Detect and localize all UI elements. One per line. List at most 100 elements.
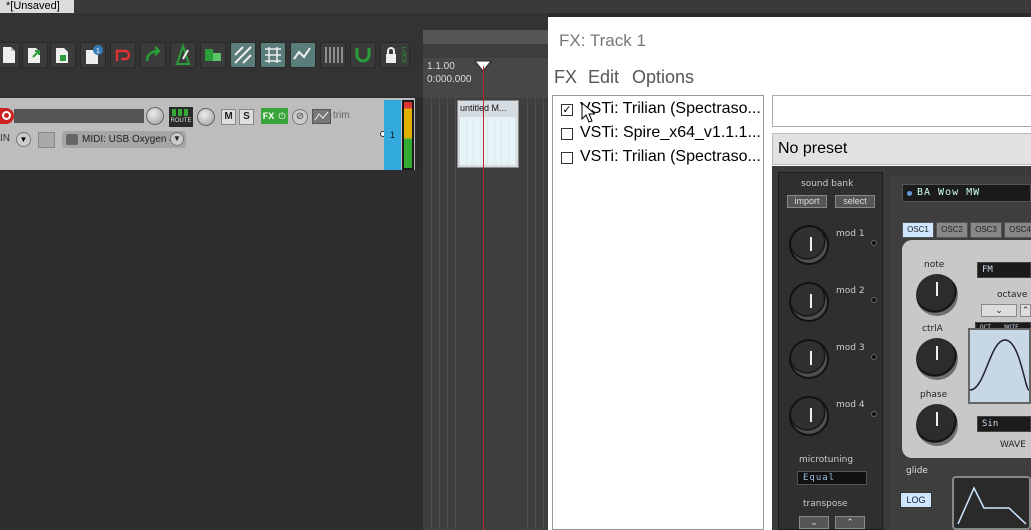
track-panel-empty-area[interactable] [0,170,423,530]
trim-label: trim [333,110,350,121]
tab-osc4[interactable]: OSC4 [1004,222,1031,238]
menu-options[interactable]: Options [632,67,694,88]
envelope-display [952,476,1031,530]
track-meter [402,100,414,170]
project-tab[interactable]: *[Unsaved] [0,0,74,13]
fx-enable-checkbox[interactable] [561,152,573,164]
fx-bypass-icon[interactable]: ⏻ [276,108,288,124]
item-title: untitled M... [460,103,507,113]
fx-item-label: VSTi: Trilian (Spectraso... [580,148,761,165]
octave-down-button[interactable]: ⌄ [981,304,1017,317]
grid-line [439,98,440,530]
mod4-knob[interactable] [789,396,829,436]
auto-crossfade-icon[interactable] [200,42,226,68]
loop-magnet-icon[interactable] [350,42,376,68]
fx-chain-list[interactable]: ✓ VSTi: Trilian (Spectraso... VSTi: Spir… [552,95,764,530]
chevron-down-icon[interactable]: ▼ [170,132,184,146]
grid-line [431,98,432,530]
select-button[interactable]: select [835,195,875,208]
timeline-grid-icon[interactable] [320,42,346,68]
waveform-display [968,328,1031,404]
grid-line [447,98,448,530]
undo-icon[interactable] [110,42,136,68]
playhead-line [483,66,484,530]
fx-enable-checkbox[interactable] [561,128,573,140]
mod1-label: mod 1 [836,229,865,239]
mod4-dot [871,411,877,417]
tab-osc3[interactable]: OSC3 [970,222,1002,238]
mouse-cursor-icon [581,102,595,123]
fx-item-label: VSTi: Trilian (Spectraso... [580,100,761,117]
phase-label: phase [920,390,948,400]
sound-bank-label: sound bank [801,179,854,189]
midi-input-select[interactable]: MIDI: USB Oxygen 4 ▼ [62,131,186,148]
mod2-label: mod 2 [836,286,865,296]
lock-label: LOCK [400,47,406,64]
save-project-icon[interactable] [50,42,76,68]
log-button[interactable]: LOG [900,492,932,508]
solo-button[interactable]: S [239,109,254,125]
new-file-icon[interactable] [0,42,20,68]
timeline-ruler[interactable]: 1.1.00 0:000.000 [423,58,548,98]
phase-invert-icon[interactable]: ⊘ [292,109,308,125]
wave-label: WAVE [1000,440,1026,450]
mute-button[interactable]: M [221,109,236,125]
fm-mode-display[interactable]: FM [977,262,1031,278]
transpose-up-button[interactable]: ⌃ [835,516,865,529]
midi-input-label: MIDI: USB Oxygen 4 [82,134,175,145]
patch-name-display[interactable]: BA Wow MW [902,184,1031,202]
ctrla-knob[interactable] [916,338,958,380]
microtuning-label: microtuning [799,455,854,465]
pan-knob[interactable] [197,108,215,126]
patch-indicator-icon [907,191,912,196]
envelope-icon[interactable] [290,42,316,68]
mod1-knob[interactable] [789,225,829,265]
fx-window-title: FX: Track 1 [559,31,646,50]
preset-toolbar[interactable] [772,95,1031,127]
mod3-knob[interactable] [789,339,829,379]
track-number[interactable]: 1 [384,100,401,170]
record-arm-button[interactable] [0,108,14,124]
grid-line [543,98,544,530]
grid-line [527,98,528,530]
menu-edit[interactable]: Edit [588,67,619,88]
octave-up-button[interactable]: ⌃ [1020,304,1031,317]
track-control-panel[interactable]: ROUTE M S FX ⏻ ⊘ trim IN ▼ MIDI: USB Oxy… [0,98,415,170]
envelope-icon-track[interactable] [312,109,331,124]
input-dropdown-icon[interactable]: ▼ [16,132,31,147]
fx-menubar: FX Edit Options [548,63,1031,93]
item-midi-content [460,117,516,165]
note-knob[interactable] [916,274,958,316]
metronome-icon[interactable] [170,42,196,68]
project-settings-icon[interactable]: 1 [80,42,106,68]
mod2-dot [871,297,877,303]
input-monitor-icon[interactable] [38,132,55,148]
phase-knob[interactable] [916,404,958,446]
ruler-time: 0:000.000 [427,74,472,85]
fx-item-label: VSTi: Spire_x64_v1.1.1... [580,124,761,141]
mod1-dot [871,240,877,246]
grid-line [535,98,536,530]
fx-enable-checkbox[interactable]: ✓ [561,104,573,116]
grid-snap-icon[interactable] [260,42,286,68]
route-button[interactable]: ROUTE [169,107,193,127]
lock-icon[interactable]: LOCK [380,42,410,68]
import-button[interactable]: import [787,195,827,208]
ruler-position: 1.1.00 [427,61,455,72]
track-name-field[interactable] [14,109,144,123]
mod3-dot [871,354,877,360]
preset-select[interactable]: No preset [772,133,1031,165]
volume-knob[interactable] [146,107,164,125]
ripple-edit-icon[interactable] [230,42,256,68]
mod2-knob[interactable] [789,282,829,322]
transpose-down-button[interactable]: ⌄ [799,516,829,529]
tab-osc2[interactable]: OSC2 [936,222,968,238]
redo-icon[interactable] [140,42,166,68]
microtuning-display[interactable]: Equal [797,471,867,485]
wave-display[interactable]: Sin [977,416,1031,432]
tab-osc1[interactable]: OSC1 [902,222,934,238]
menu-fx[interactable]: FX [554,67,577,88]
open-project-icon[interactable] [22,42,48,68]
fx-button[interactable]: FX [261,108,276,124]
midi-item[interactable]: untitled M... [457,100,519,168]
